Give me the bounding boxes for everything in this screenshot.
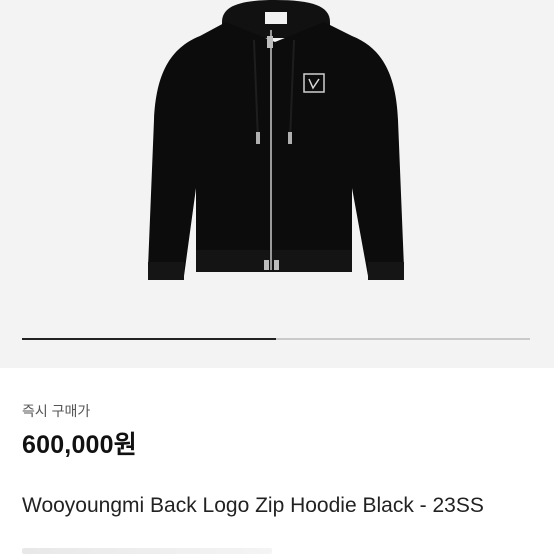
price: 600,000원 bbox=[22, 431, 137, 459]
product-image[interactable] bbox=[0, 0, 554, 368]
image-slider-track[interactable] bbox=[22, 338, 530, 340]
hoodie-illustration bbox=[148, 0, 404, 280]
image-slider-progress bbox=[22, 338, 276, 340]
instant-buy-label: 즉시 구매가 bbox=[22, 403, 91, 419]
cut-off-text bbox=[22, 548, 272, 554]
product-title: Wooyoungmi Back Logo Zip Hoodie Black - … bbox=[22, 494, 484, 517]
